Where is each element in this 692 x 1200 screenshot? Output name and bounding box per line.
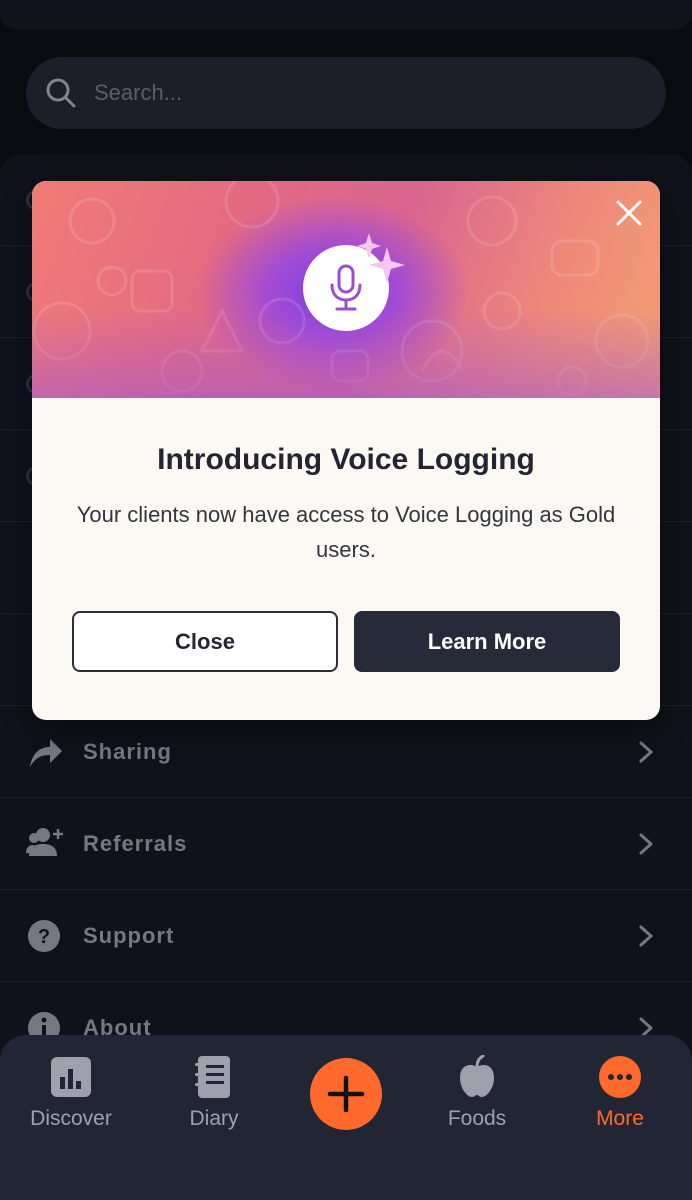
- voice-logging-modal: Introducing Voice Logging Your clients n…: [32, 181, 660, 720]
- nav-more-label: More: [596, 1107, 644, 1130]
- screen: Sharing Referrals ?: [0, 0, 692, 1200]
- apple-icon: [460, 1055, 494, 1097]
- more-dots-icon: [599, 1056, 641, 1098]
- notebook-icon: [195, 1056, 230, 1098]
- bar-chart-icon: [51, 1057, 91, 1097]
- add-button[interactable]: [310, 1058, 382, 1130]
- close-button[interactable]: Close: [72, 611, 338, 672]
- modal-title: Introducing Voice Logging: [157, 443, 535, 476]
- nav-foods-label: Foods: [447, 1107, 507, 1130]
- sparkle-icon: [357, 233, 405, 283]
- modal-description: Your clients now have access to Voice Lo…: [76, 502, 616, 562]
- modal-banner: [32, 181, 660, 398]
- nav-diary-label: Diary: [189, 1107, 239, 1130]
- learn-more-button[interactable]: Learn More: [354, 611, 620, 672]
- bottom-nav: Discover Diary Foods More: [0, 1035, 692, 1200]
- close-icon[interactable]: [616, 200, 642, 226]
- plus-icon: [327, 1075, 365, 1113]
- nav-discover-label: Discover: [30, 1107, 112, 1130]
